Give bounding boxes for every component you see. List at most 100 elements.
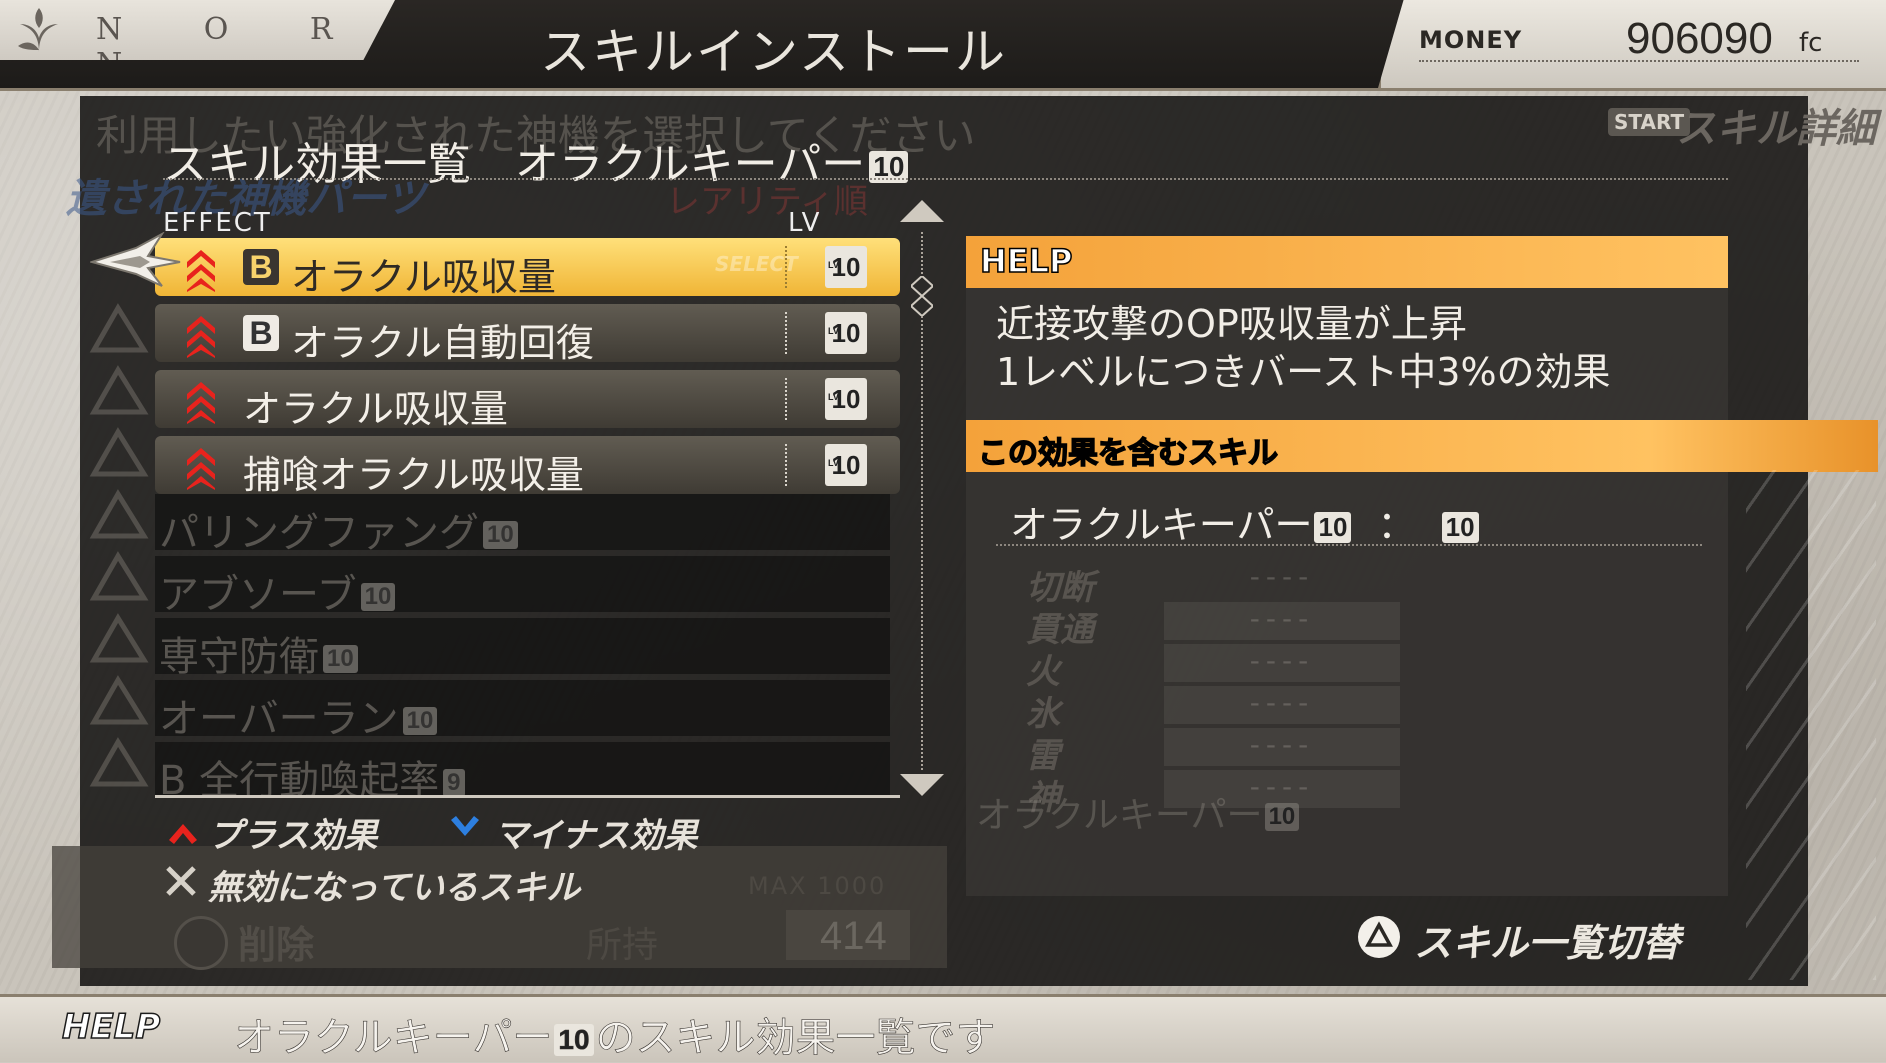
scroll-down-arrow-icon[interactable] [900, 774, 944, 796]
plus-effect-icon [187, 316, 215, 358]
ghost-stat-row: 氷 ---- [1010, 686, 1400, 734]
contains-skill-item: オラクルキーパー 10 ： 10 [1010, 494, 1479, 549]
norn-tab: N O R N [0, 0, 395, 60]
norn-leaf-icon [18, 8, 58, 52]
lv-badge: 10 [825, 442, 867, 486]
legend-plus-label: プラス効果 [208, 816, 378, 856]
skill-list-switch-button[interactable]: スキル一覧切替 [1414, 912, 1680, 967]
money-value: 906090 [1626, 14, 1773, 63]
list-item-label: アブソーブ 10 [159, 562, 396, 620]
skill-detail-button[interactable]: スキル詳細 [1676, 96, 1876, 154]
legend-minus-label: マイナス効果 [494, 816, 698, 856]
weapon-part-icon [89, 551, 149, 601]
list-item-label: パリングファング 10 [159, 500, 518, 558]
row-separator [785, 312, 787, 354]
owned-value: 414 [820, 914, 887, 958]
help-description: 近接攻撃のOP吸収量が上昇 1レベルにつきバースト中3%の効果 [996, 300, 1611, 396]
stat-value: ---- [1249, 560, 1315, 593]
list-item-label: オーバーラン 10 [159, 686, 438, 744]
row-separator [785, 378, 787, 420]
effect-name: オラクル自動回復 [291, 321, 594, 365]
lv-badge: 10 [402, 707, 438, 735]
list-item-name: アブソーブ [159, 572, 357, 618]
list-bottom-divider [155, 795, 900, 798]
effect-name: オラクル吸収量 [291, 255, 556, 299]
panel-title: スキル効果一覧 オラクルキーパー 10 [163, 128, 909, 192]
list-item-label: 専守防衛 10 [159, 624, 358, 682]
scroll-up-arrow-icon[interactable] [900, 200, 944, 222]
plus-effect-icon [169, 824, 197, 844]
plus-effect-icon [187, 448, 215, 490]
stat-value: ---- [1164, 602, 1400, 640]
bottom-help-text: オラクルキーパー 10 のスキル効果一覧です [234, 1005, 996, 1063]
help-header-label: HELP [979, 241, 1073, 281]
money-label: MONEY [1419, 26, 1523, 54]
scrollbar-thumb[interactable] [911, 276, 933, 316]
lv-badge: 10 [1441, 512, 1479, 543]
contains-skills-header: この効果を含むスキル [966, 420, 1878, 472]
contains-divider [996, 544, 1702, 546]
contains-separator: ： [1377, 503, 1416, 547]
list-item[interactable]: パリングファング 10 [155, 494, 890, 556]
weapon-part-icon [89, 427, 149, 477]
plus-effect-icon [187, 382, 215, 424]
weapon-part-icon [89, 737, 149, 787]
bottom-help-rest: のスキル効果一覧です [595, 1015, 996, 1062]
effect-row[interactable]: オラクル吸収量 10 [155, 370, 900, 431]
ghost-stat-row: 火 ---- [1010, 644, 1400, 692]
money-divider [1419, 60, 1859, 64]
weapon-part-icon [89, 675, 149, 725]
row-separator [785, 444, 787, 486]
lv-badge: 10 [825, 310, 867, 354]
effect-name: オラクル吸収量 [243, 387, 508, 431]
lv-badge: 10 [360, 583, 396, 611]
contains-skill-name: オラクルキーパー [1010, 503, 1313, 547]
lv-badge: 10 [1314, 512, 1352, 543]
ghost-stat-row: 貫通 ---- [1010, 602, 1400, 650]
weapon-part-icon [89, 613, 149, 663]
bottom-help-bar: HELP オラクルキーパー 10 のスキル効果一覧です [0, 994, 1886, 1062]
lv-badge: 10 [825, 244, 867, 288]
help-line-2: 1レベルにつきバースト中3%の効果 [996, 350, 1611, 394]
effect-name: 捕喰オラクル吸収量 [243, 453, 584, 497]
ghost-stat-row: 雷 ---- [1010, 728, 1400, 776]
screen-title: スキルインストール [540, 23, 1007, 81]
plus-effect-icon [187, 250, 215, 292]
effect-row[interactable]: 捕喰オラクル吸収量 10 [155, 436, 900, 497]
ghost-stat-row: 切断 ---- [1010, 560, 1400, 608]
money-box: MONEY 906090 fc [1378, 0, 1886, 88]
list-item[interactable]: 専守防衛 10 [155, 618, 890, 680]
row-separator [785, 246, 787, 288]
square-button-icon[interactable] [174, 916, 228, 970]
effect-row[interactable]: B オラクル自動回復 10 [155, 304, 900, 365]
lv-badge: 10 [825, 376, 867, 420]
list-item[interactable]: アブソーブ 10 [155, 556, 890, 618]
lv-badge: 10 [323, 645, 358, 673]
weapon-part-icon [89, 365, 149, 415]
list-item-name: 専守防衛 [159, 634, 319, 680]
bottom-help-tag: HELP [61, 1006, 161, 1048]
minus-effect-icon [451, 816, 479, 836]
bottom-help-skill-name: オラクルキーパー [234, 1015, 553, 1062]
ghost-skill-name: オラクルキーパー 10 [976, 786, 1300, 838]
list-item[interactable]: B 全行動喚起率 9 [155, 742, 890, 804]
owned-label: 所持 [586, 925, 659, 966]
money-unit: fc [1799, 28, 1823, 58]
lv-badge: 10 [1264, 803, 1300, 831]
stat-value: ---- [1164, 728, 1400, 766]
list-item[interactable]: オーバーラン 10 [155, 680, 890, 742]
top-bar: N O R N スキルインストール MONEY 906090 fc [0, 0, 1886, 91]
lv-badge: 10 [554, 1024, 594, 1056]
lv-badge: 10 [483, 521, 518, 549]
delete-button[interactable]: 削除 [238, 914, 314, 969]
triangle-button-icon[interactable] [1356, 914, 1402, 960]
selection-cursor-icon [90, 232, 181, 287]
disabled-skill-icon [166, 866, 196, 896]
effect-row[interactable]: B オラクル吸収量 SELECT 10 [155, 238, 900, 299]
weapon-part-icon [89, 303, 149, 353]
max-label: MAX 1000 [748, 872, 887, 900]
list-item-name: オーバーラン [159, 696, 399, 742]
title-divider [163, 178, 1728, 180]
decorative-hatch [1746, 470, 1876, 980]
burst-b-icon: B [243, 249, 279, 285]
